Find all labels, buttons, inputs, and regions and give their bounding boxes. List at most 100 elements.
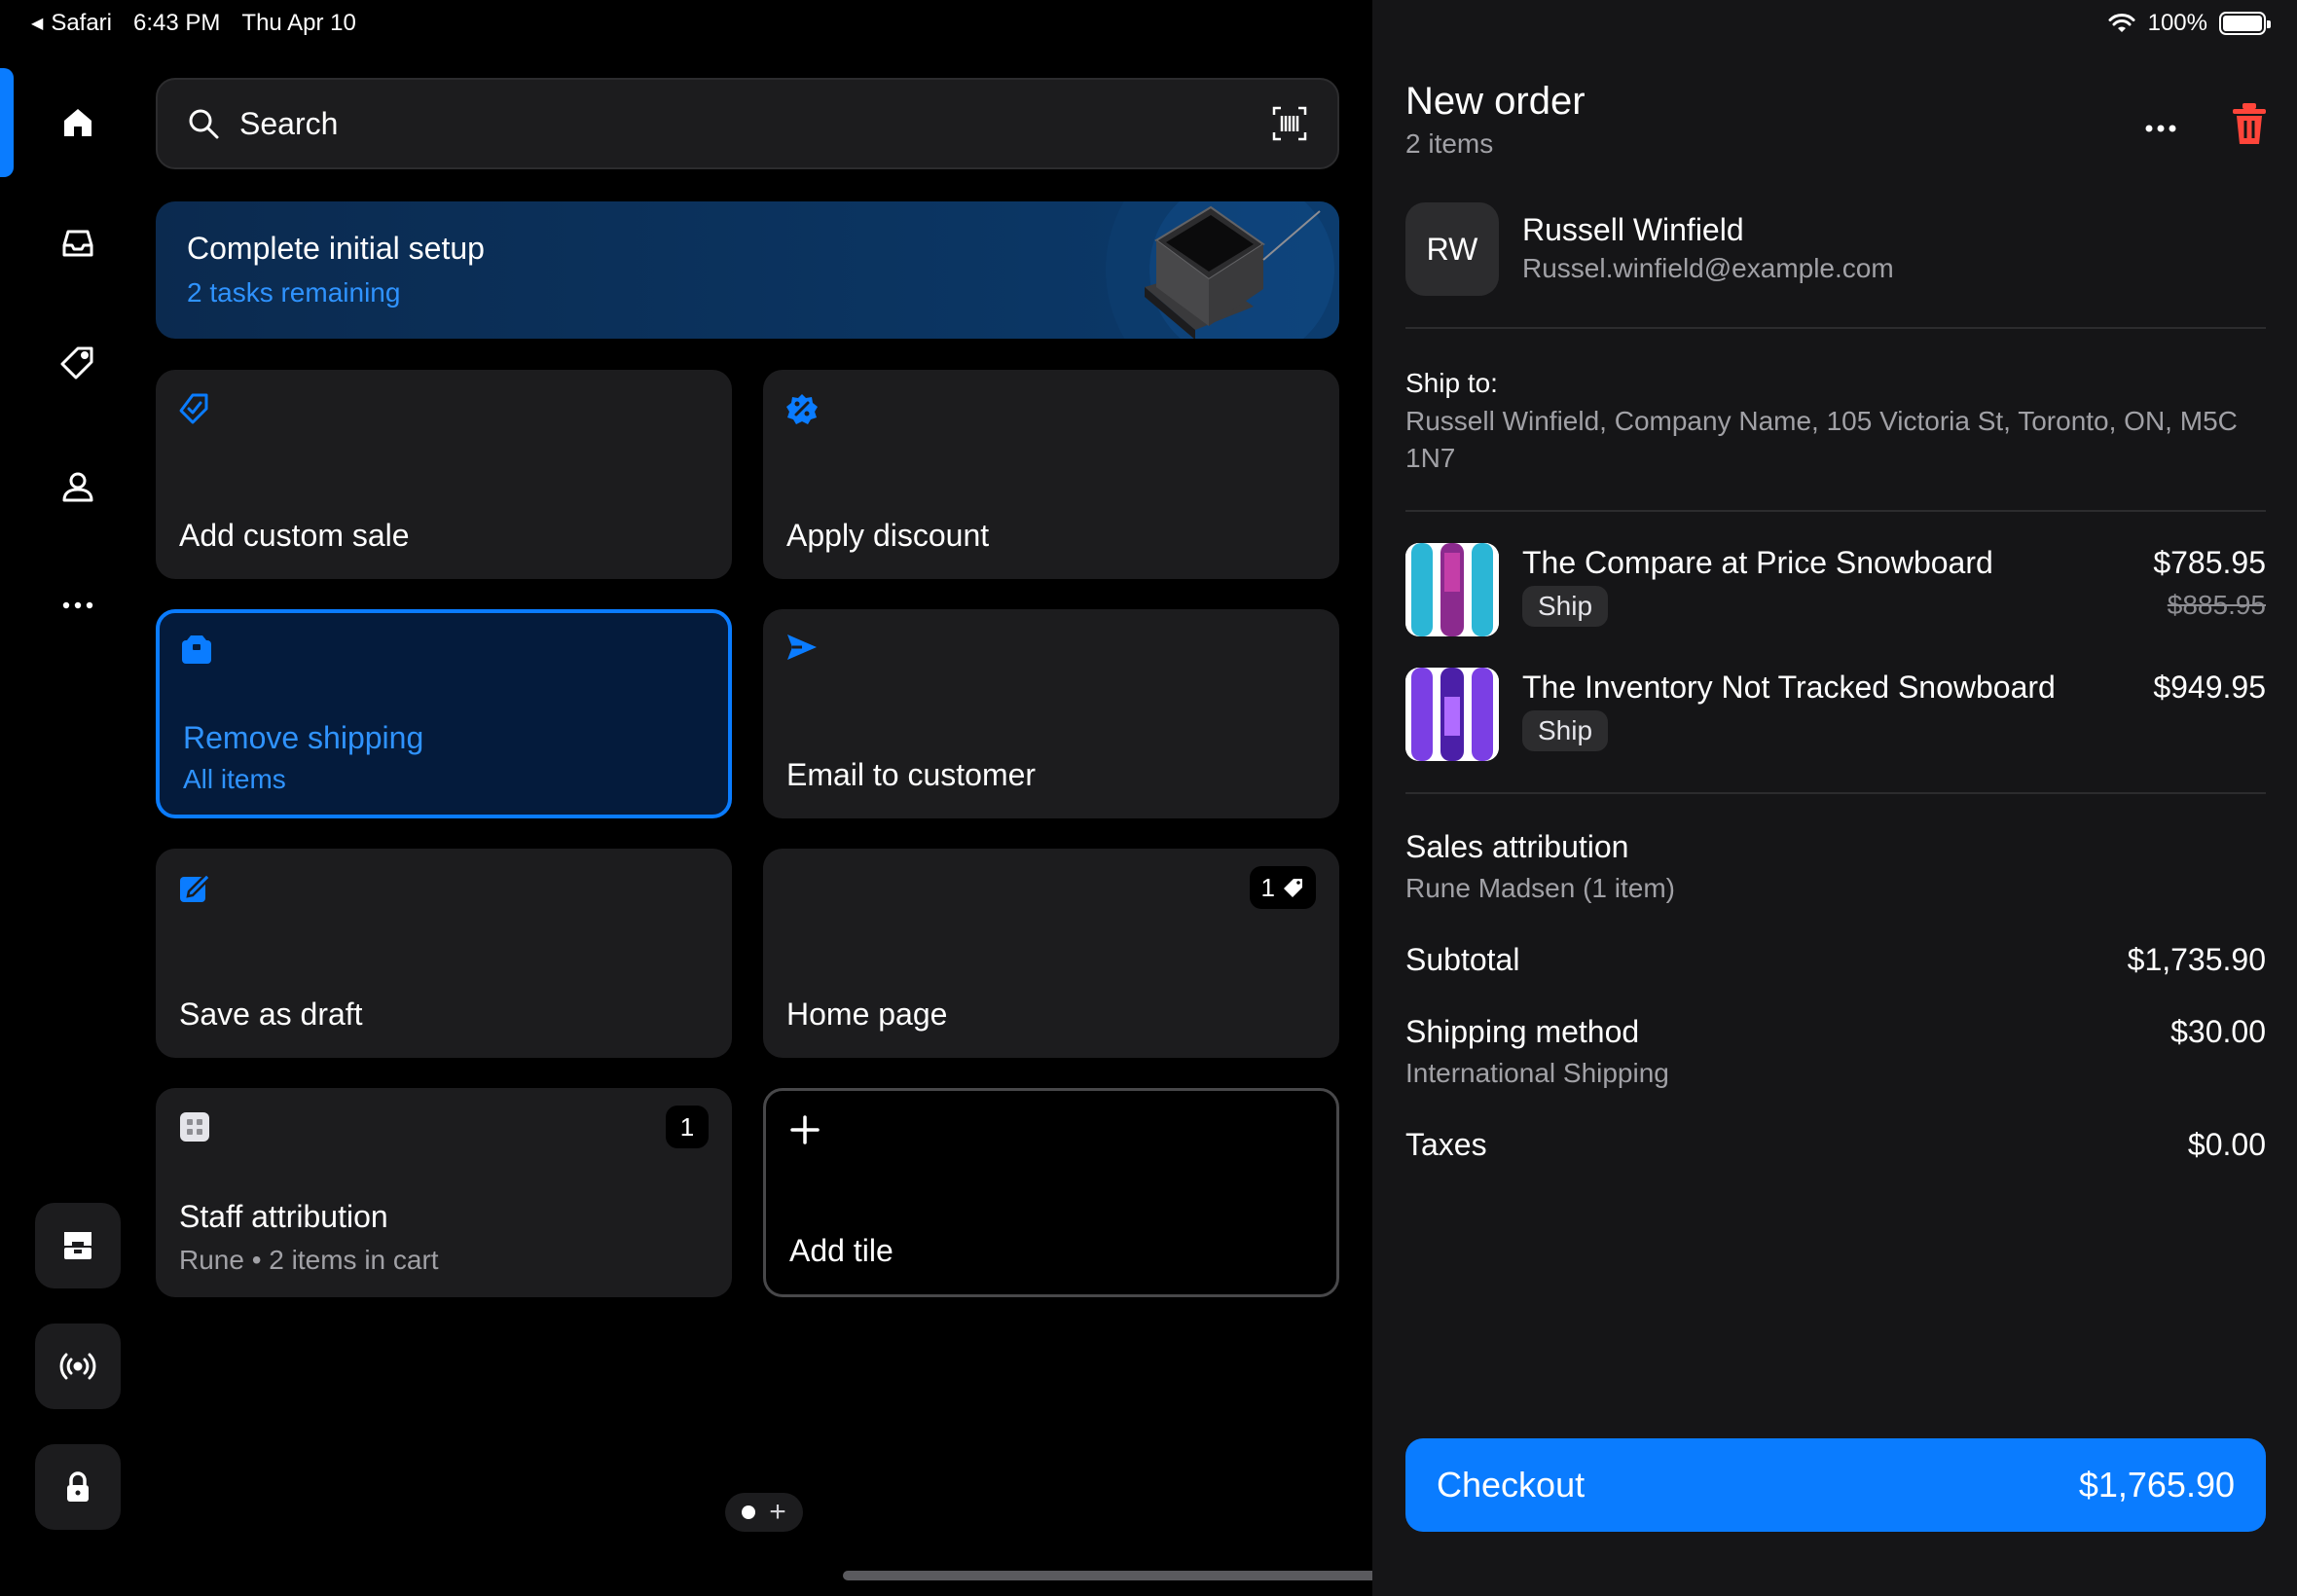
status-bar: ◀ Safari 6:43 PM Thu Apr 10 100% <box>0 0 2297 49</box>
draft-icon <box>180 872 212 902</box>
customer-avatar[interactable]: RW <box>1405 202 1499 296</box>
send-icon <box>787 635 817 660</box>
home-icon <box>64 109 91 136</box>
product-thumbnail[interactable] <box>1405 543 1499 636</box>
checkout-button[interactable]: Checkout $1,765.90 <box>1405 1438 2266 1532</box>
staff-count-badge: 1 <box>666 1106 709 1148</box>
tile-apply-discount[interactable]: Apply discount <box>763 370 1339 579</box>
search-icon <box>189 109 219 139</box>
line-item-compare-price: $885.95 <box>2167 590 2266 620</box>
lock-icon <box>67 1471 89 1502</box>
page-dot[interactable] <box>742 1505 756 1519</box>
more-options-icon[interactable] <box>2139 107 2182 150</box>
tile-title: Add tile <box>789 1233 893 1268</box>
tile-title: Staff attribution <box>179 1199 388 1234</box>
nav-home[interactable] <box>35 80 121 165</box>
subtotal-value: $1,735.90 <box>2127 942 2266 977</box>
status-date: Thu Apr 10 <box>241 10 356 36</box>
nav-more[interactable] <box>35 562 121 648</box>
inbox-icon <box>62 230 93 257</box>
back-arrow-icon: ◀ <box>31 16 44 32</box>
tile-subtitle: All items <box>183 764 286 794</box>
battery-icon <box>2219 12 2271 35</box>
nav-customers[interactable] <box>35 444 121 529</box>
tile-save-as-draft[interactable]: Save as draft <box>156 849 732 1058</box>
active-indicator <box>0 68 14 177</box>
tile-home-page[interactable]: 1 Home page <box>763 849 1339 1058</box>
page-indicator[interactable]: + <box>725 1493 803 1532</box>
tile-email-to-customer[interactable]: Email to customer <box>763 609 1339 818</box>
card-reader-illustration <box>1106 201 1339 339</box>
nav-products[interactable] <box>35 319 121 405</box>
order-title: New order <box>1405 80 1586 123</box>
navigation-rail <box>0 0 156 1596</box>
product-thumbnail[interactable] <box>1405 668 1499 761</box>
tile-title: Remove shipping <box>183 720 424 755</box>
tile-title: Apply discount <box>786 518 990 553</box>
battery-percent: 100% <box>2147 10 2207 36</box>
tag-filled-icon <box>1284 879 1302 897</box>
tile-add-custom-sale[interactable]: Add custom sale <box>156 370 732 579</box>
checkout-total: $1,765.90 <box>2078 1465 2235 1505</box>
discount-badge-icon <box>786 394 818 424</box>
ship-to-address[interactable]: Russell Winfield, Company Name, 105 Vict… <box>1405 403 2262 477</box>
hardware-button[interactable] <box>35 1324 121 1409</box>
tile-title: Home page <box>786 997 948 1032</box>
lock-button[interactable] <box>35 1444 121 1530</box>
search-input[interactable] <box>239 105 1271 142</box>
sales-attribution-label[interactable]: Sales attribution <box>1405 829 1628 865</box>
taxes-label: Taxes <box>1405 1127 1487 1162</box>
tile-subtitle: Rune • 2 items in cart <box>179 1245 439 1275</box>
add-page-icon[interactable]: + <box>769 1498 786 1527</box>
status-time: 6:43 PM <box>133 10 221 36</box>
line-item-ship-tag: Ship <box>1522 710 1609 751</box>
subtotal-label: Subtotal <box>1405 942 1520 977</box>
app-grid-icon <box>180 1112 209 1142</box>
line-item-price: $785.95 <box>2153 545 2266 580</box>
home-indicator[interactable] <box>843 1571 1456 1580</box>
badge-count: 1 <box>1260 872 1275 902</box>
divider <box>1405 792 2266 794</box>
ship-to-label: Ship to: <box>1405 368 1498 398</box>
store-button[interactable] <box>35 1203 121 1288</box>
wifi-icon <box>2108 14 2135 32</box>
taxes-value: $0.00 <box>2187 1127 2266 1162</box>
tile-add-tile[interactable]: Add tile <box>763 1088 1339 1297</box>
tile-title: Email to customer <box>786 757 1037 792</box>
pencil-tag-icon <box>179 393 208 424</box>
broadcast-icon <box>59 1353 96 1380</box>
tag-count-badge: 1 <box>1249 866 1316 909</box>
customer-email: Russel.winfield@example.com <box>1522 253 1894 283</box>
store-icon <box>64 1232 91 1259</box>
setup-banner[interactable]: Complete initial setup 2 tasks remaining <box>156 201 1339 339</box>
setup-banner-title: Complete initial setup <box>187 231 485 266</box>
sales-attribution-value: Rune Madsen (1 item) <box>1405 873 1676 903</box>
search-bar[interactable] <box>156 78 1339 169</box>
back-to-safari[interactable]: ◀ Safari <box>31 10 112 37</box>
divider <box>1405 510 2266 512</box>
tile-staff-attribution[interactable]: 1 Staff attribution Rune • 2 items in ca… <box>156 1088 732 1297</box>
divider <box>1405 327 2266 329</box>
line-item-ship-tag: Ship <box>1522 586 1609 627</box>
line-item-price: $949.95 <box>2153 670 2266 705</box>
tile-title: Add custom sale <box>179 518 410 553</box>
customer-name[interactable]: Russell Winfield <box>1522 212 1744 248</box>
tag-icon <box>60 346 93 380</box>
trash-icon[interactable] <box>2229 101 2270 146</box>
shipping-method-name: International Shipping <box>1405 1058 1669 1088</box>
shipping-method-label[interactable]: Shipping method <box>1405 1014 1639 1050</box>
shipping-value: $30.00 <box>2170 1014 2266 1049</box>
back-app-label: Safari <box>51 10 113 36</box>
barcode-scan-icon[interactable] <box>1271 105 1308 142</box>
more-icon <box>62 601 93 609</box>
line-item-name[interactable]: The Inventory Not Tracked Snowboard <box>1522 670 2056 706</box>
setup-banner-subtitle: 2 tasks remaining <box>187 277 401 308</box>
line-item-name[interactable]: The Compare at Price Snowboard <box>1522 545 1993 581</box>
plus-icon <box>790 1115 820 1144</box>
nav-orders[interactable] <box>35 200 121 286</box>
shipping-box-icon <box>182 635 211 664</box>
tile-remove-shipping[interactable]: Remove shipping All items <box>156 609 732 818</box>
checkout-label: Checkout <box>1437 1465 1586 1505</box>
tile-title: Save as draft <box>179 997 363 1032</box>
order-item-count: 2 items <box>1405 128 1494 159</box>
